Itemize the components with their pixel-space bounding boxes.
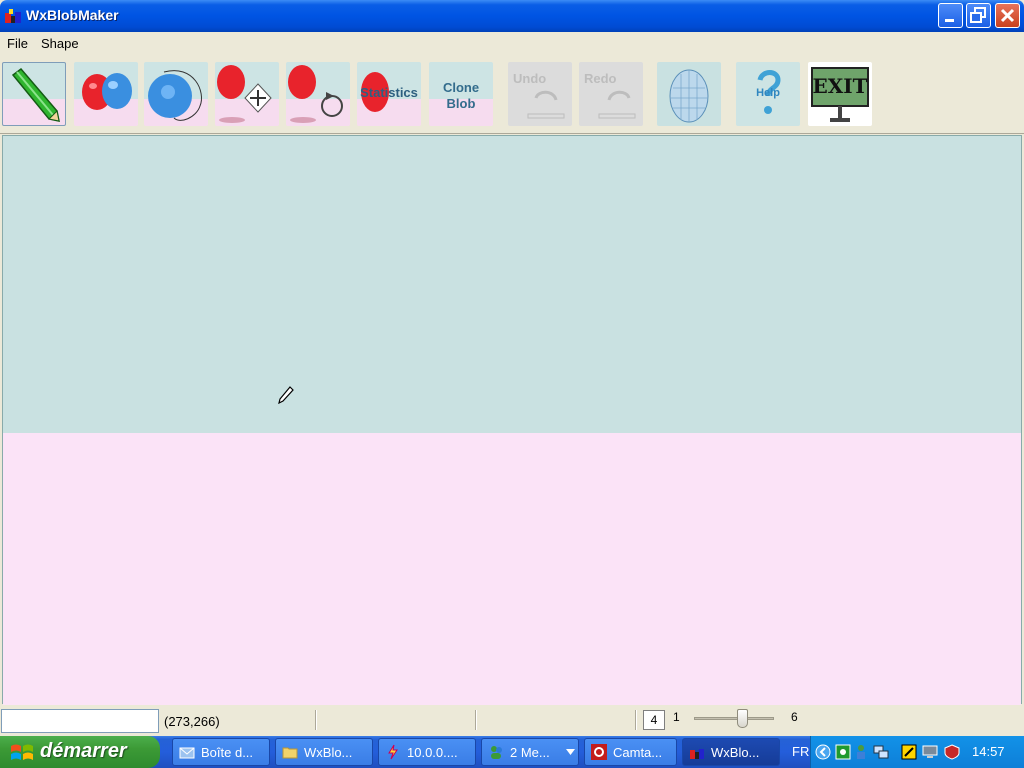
start-button[interactable]: démarrer xyxy=(0,736,160,768)
task-folder[interactable]: WxBlo... xyxy=(275,738,373,766)
merge-blobs-button[interactable] xyxy=(74,62,138,126)
app-window: WxBlobMaker File Shape Statistics Clone … xyxy=(0,0,1024,736)
outline-blob-button[interactable] xyxy=(144,62,208,126)
chevron-down-icon xyxy=(566,749,575,755)
start-label: démarrer xyxy=(40,740,127,762)
task-messenger[interactable]: 2 Me... xyxy=(481,738,579,766)
maximize-button[interactable] xyxy=(966,3,991,28)
toolbar: Statistics Clone Blob Undo Redo Help EXI… xyxy=(0,56,1024,134)
pencil-cursor-icon xyxy=(278,386,294,404)
canvas-upper-region[interactable] xyxy=(3,136,1021,433)
chevron-left-icon[interactable] xyxy=(815,744,831,760)
zoom-min-label: 1 xyxy=(673,710,680,724)
draw-tool-button[interactable] xyxy=(2,62,66,126)
status-divider xyxy=(315,710,317,730)
rotate-blob-button[interactable] xyxy=(286,62,350,126)
task-wxblobmaker[interactable]: WxBlo... xyxy=(682,738,780,766)
clock: 14:57 xyxy=(972,744,1005,759)
move-icon xyxy=(217,65,272,123)
zoom-slider-thumb[interactable] xyxy=(737,709,748,728)
menu-shape[interactable]: Shape xyxy=(41,36,79,51)
clone-label: Clone xyxy=(442,80,480,95)
redo-button[interactable]: Redo xyxy=(579,62,643,126)
monitor-icon[interactable] xyxy=(922,744,938,760)
cursor-coordinates: (273,266) xyxy=(164,714,220,729)
record-icon xyxy=(591,744,607,760)
task-label: 2 Me... xyxy=(510,745,550,760)
status-bar: (273,266) 4 1 6 xyxy=(0,706,1024,736)
pencil-icon xyxy=(11,67,60,122)
egg-icon xyxy=(669,69,709,123)
minimize-button[interactable] xyxy=(938,3,963,28)
shield-icon[interactable] xyxy=(944,744,960,760)
statistics-button[interactable]: Statistics xyxy=(357,62,421,126)
outline-blob-icon xyxy=(148,70,202,121)
status-divider xyxy=(475,710,477,730)
egg-shape-button[interactable] xyxy=(657,62,721,126)
canvas-lower-region[interactable] xyxy=(3,433,1021,705)
taskbar: démarrer Boîte d... WxBlo... 10.0.0.... … xyxy=(0,736,1024,768)
messenger-icon xyxy=(491,746,502,759)
task-network[interactable]: 10.0.0.... xyxy=(378,738,476,766)
network-connection-icon[interactable] xyxy=(873,744,889,760)
help-button[interactable]: Help xyxy=(736,62,800,126)
language-indicator[interactable]: FR xyxy=(792,744,809,759)
rotate-icon xyxy=(288,65,343,123)
app-icon xyxy=(690,749,704,759)
help-label: Help xyxy=(756,87,780,99)
title-bar[interactable]: WxBlobMaker xyxy=(0,0,1024,32)
close-icon xyxy=(1000,8,1015,23)
network-icon xyxy=(388,744,398,760)
window-title: WxBlobMaker xyxy=(26,7,119,23)
exit-button[interactable]: EXIT xyxy=(808,62,872,126)
close-button[interactable] xyxy=(995,3,1020,28)
statistics-label: Statistics xyxy=(360,85,418,100)
app-icon xyxy=(5,9,21,23)
task-mailbox[interactable]: Boîte d... xyxy=(172,738,270,766)
folder-icon xyxy=(282,747,298,759)
drawing-canvas[interactable] xyxy=(2,135,1022,705)
undo-button[interactable]: Undo xyxy=(508,62,572,126)
exit-label: EXIT xyxy=(812,74,868,98)
status-input[interactable] xyxy=(1,709,159,733)
menu-bar: File Shape xyxy=(0,32,1024,56)
zoom-slider-track[interactable] xyxy=(694,717,774,720)
security-icon[interactable] xyxy=(901,744,917,760)
task-label: Camta... xyxy=(613,745,663,760)
clone-blob-button[interactable]: Clone Blob xyxy=(429,62,493,126)
redo-icon xyxy=(598,90,636,119)
windows-logo-icon xyxy=(11,744,33,760)
two-blobs-icon xyxy=(82,73,132,110)
move-blob-button[interactable] xyxy=(215,62,279,126)
task-label: 10.0.0.... xyxy=(407,745,458,760)
task-label: WxBlo... xyxy=(711,745,760,760)
task-camtasia[interactable]: Camta... xyxy=(584,738,677,766)
menu-file[interactable]: File xyxy=(7,36,28,51)
restore-icon xyxy=(970,7,986,23)
zoom-max-label: 6 xyxy=(791,710,798,724)
mail-folder-icon xyxy=(179,747,195,759)
task-label: WxBlo... xyxy=(304,745,353,760)
green-app-icon[interactable] xyxy=(835,744,851,760)
zoom-value: 4 xyxy=(643,710,665,730)
users-icon[interactable] xyxy=(855,744,871,760)
task-label: Boîte d... xyxy=(201,745,254,760)
minimize-icon xyxy=(945,19,954,22)
undo-icon xyxy=(527,90,565,119)
clone-label-blob: Blob xyxy=(446,96,476,111)
status-divider xyxy=(635,710,637,730)
